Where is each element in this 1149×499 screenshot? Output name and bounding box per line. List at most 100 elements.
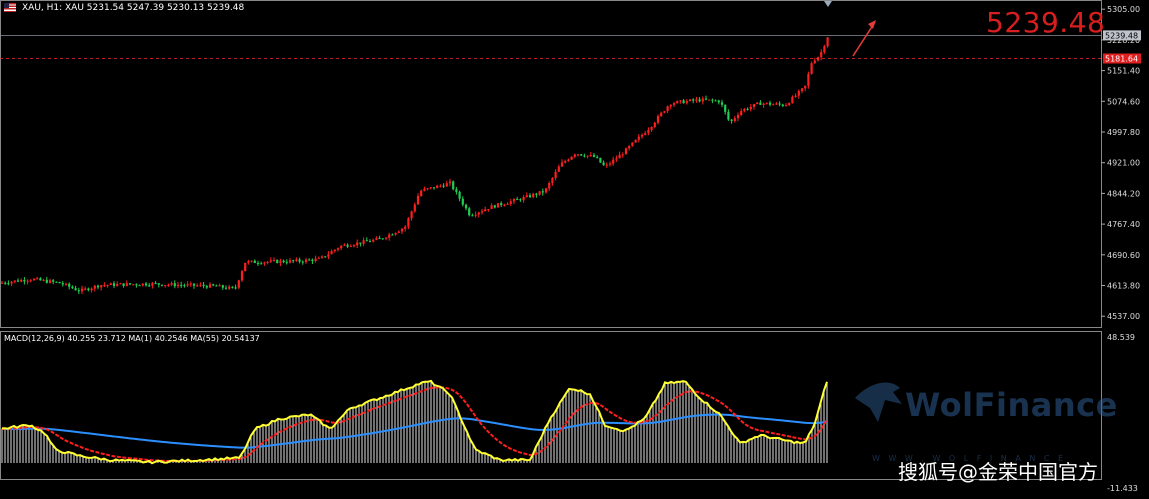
candle-body (669, 104, 672, 107)
price-tick-label: 5074.60 (1107, 97, 1140, 106)
candle-body (570, 156, 573, 160)
candle-body (580, 154, 583, 156)
candle-body (644, 133, 647, 135)
candle-body (516, 199, 519, 201)
candle-body (560, 162, 564, 167)
candle-body (96, 285, 100, 288)
candle-body (736, 114, 740, 119)
scroll-marker-icon (824, 1, 832, 7)
candle-body (519, 199, 522, 201)
candle-body (647, 129, 650, 134)
watermark-brand: WolFinance (905, 386, 1118, 424)
candle-body (148, 285, 151, 287)
candle-body (695, 99, 698, 101)
candle-body (208, 284, 212, 288)
candle-body (202, 284, 205, 287)
candle-body (100, 285, 103, 288)
candle-body (48, 280, 52, 283)
candle-body (180, 284, 183, 286)
candle-body (125, 283, 128, 286)
candle-body (612, 159, 615, 164)
candle-body (752, 103, 756, 107)
candle-body (378, 238, 381, 240)
candle-body (634, 139, 637, 143)
candle-body (160, 284, 164, 286)
candle-body (541, 191, 544, 193)
candle-body (292, 260, 295, 262)
candle-body (196, 285, 199, 287)
candle-body (602, 162, 605, 166)
candle-body (480, 211, 484, 213)
candle-body (701, 98, 704, 102)
candle-body (228, 286, 231, 289)
candle-body (589, 155, 592, 157)
candle-body (420, 190, 423, 197)
candle-body (621, 154, 624, 156)
candle-body (791, 96, 794, 104)
candle-body (87, 288, 90, 291)
candle-body (800, 88, 804, 91)
candle-body (583, 155, 586, 157)
price-panel-border (0, 0, 1102, 328)
candle-body (631, 142, 634, 147)
candle-body (58, 281, 61, 284)
candle-body (340, 245, 343, 249)
candle-body (295, 259, 298, 261)
candle-body (244, 262, 247, 272)
candle-body (144, 283, 148, 286)
candle-body (205, 286, 208, 288)
macd-axis-bottom-label: -11.433 (1107, 484, 1138, 493)
candle-body (708, 99, 711, 101)
candle-body (413, 204, 416, 212)
candle-body (77, 290, 80, 292)
candle-body (330, 251, 333, 255)
candle-body (372, 239, 375, 242)
candle-body (503, 204, 506, 206)
candle-body (189, 283, 192, 285)
macd-indicator-header: MACD(12,26,9) 40.255 23.712 MA(1) 40.254… (4, 334, 260, 343)
candle-body (327, 254, 330, 257)
candle-body (20, 279, 23, 282)
candle-body (775, 103, 778, 105)
candle-body (404, 226, 407, 229)
candle-body (711, 99, 714, 101)
candle-body (157, 283, 160, 285)
candle-body (448, 181, 452, 184)
candle-body (93, 285, 96, 289)
candle-body (122, 283, 125, 286)
candle-body (263, 262, 266, 264)
candle-body (394, 232, 397, 235)
candle-body (826, 37, 829, 47)
candle-body (109, 283, 112, 285)
candle-body (279, 260, 282, 264)
candle-body (416, 196, 420, 205)
candle-body (362, 240, 365, 244)
candle-body (548, 183, 551, 189)
candle-body (567, 159, 570, 162)
candle-body (388, 234, 391, 238)
candle-body (704, 98, 708, 100)
candle-body (554, 171, 557, 179)
candle-body (141, 283, 144, 286)
candle-body (84, 288, 87, 290)
candle-body (500, 203, 503, 206)
candle-body (10, 281, 13, 284)
candle-body (192, 283, 196, 286)
candle-body (778, 103, 781, 105)
price-tick-label: 4921.00 (1107, 159, 1140, 168)
candle-body (391, 234, 394, 236)
candle-body (170, 283, 173, 285)
candle-body (164, 285, 167, 287)
candle-body (730, 119, 733, 121)
candle-body (256, 263, 260, 265)
price-tick-label: 5151.40 (1107, 67, 1140, 76)
candle-body (36, 278, 39, 280)
candle-body (23, 279, 26, 282)
candle-body (224, 287, 228, 289)
candle-body (55, 281, 58, 283)
ma55-line (1, 413, 828, 449)
candle-body (375, 238, 378, 240)
candle-body (685, 101, 688, 104)
price-tick-label: 4613.80 (1107, 282, 1140, 291)
candle-body (698, 99, 701, 102)
